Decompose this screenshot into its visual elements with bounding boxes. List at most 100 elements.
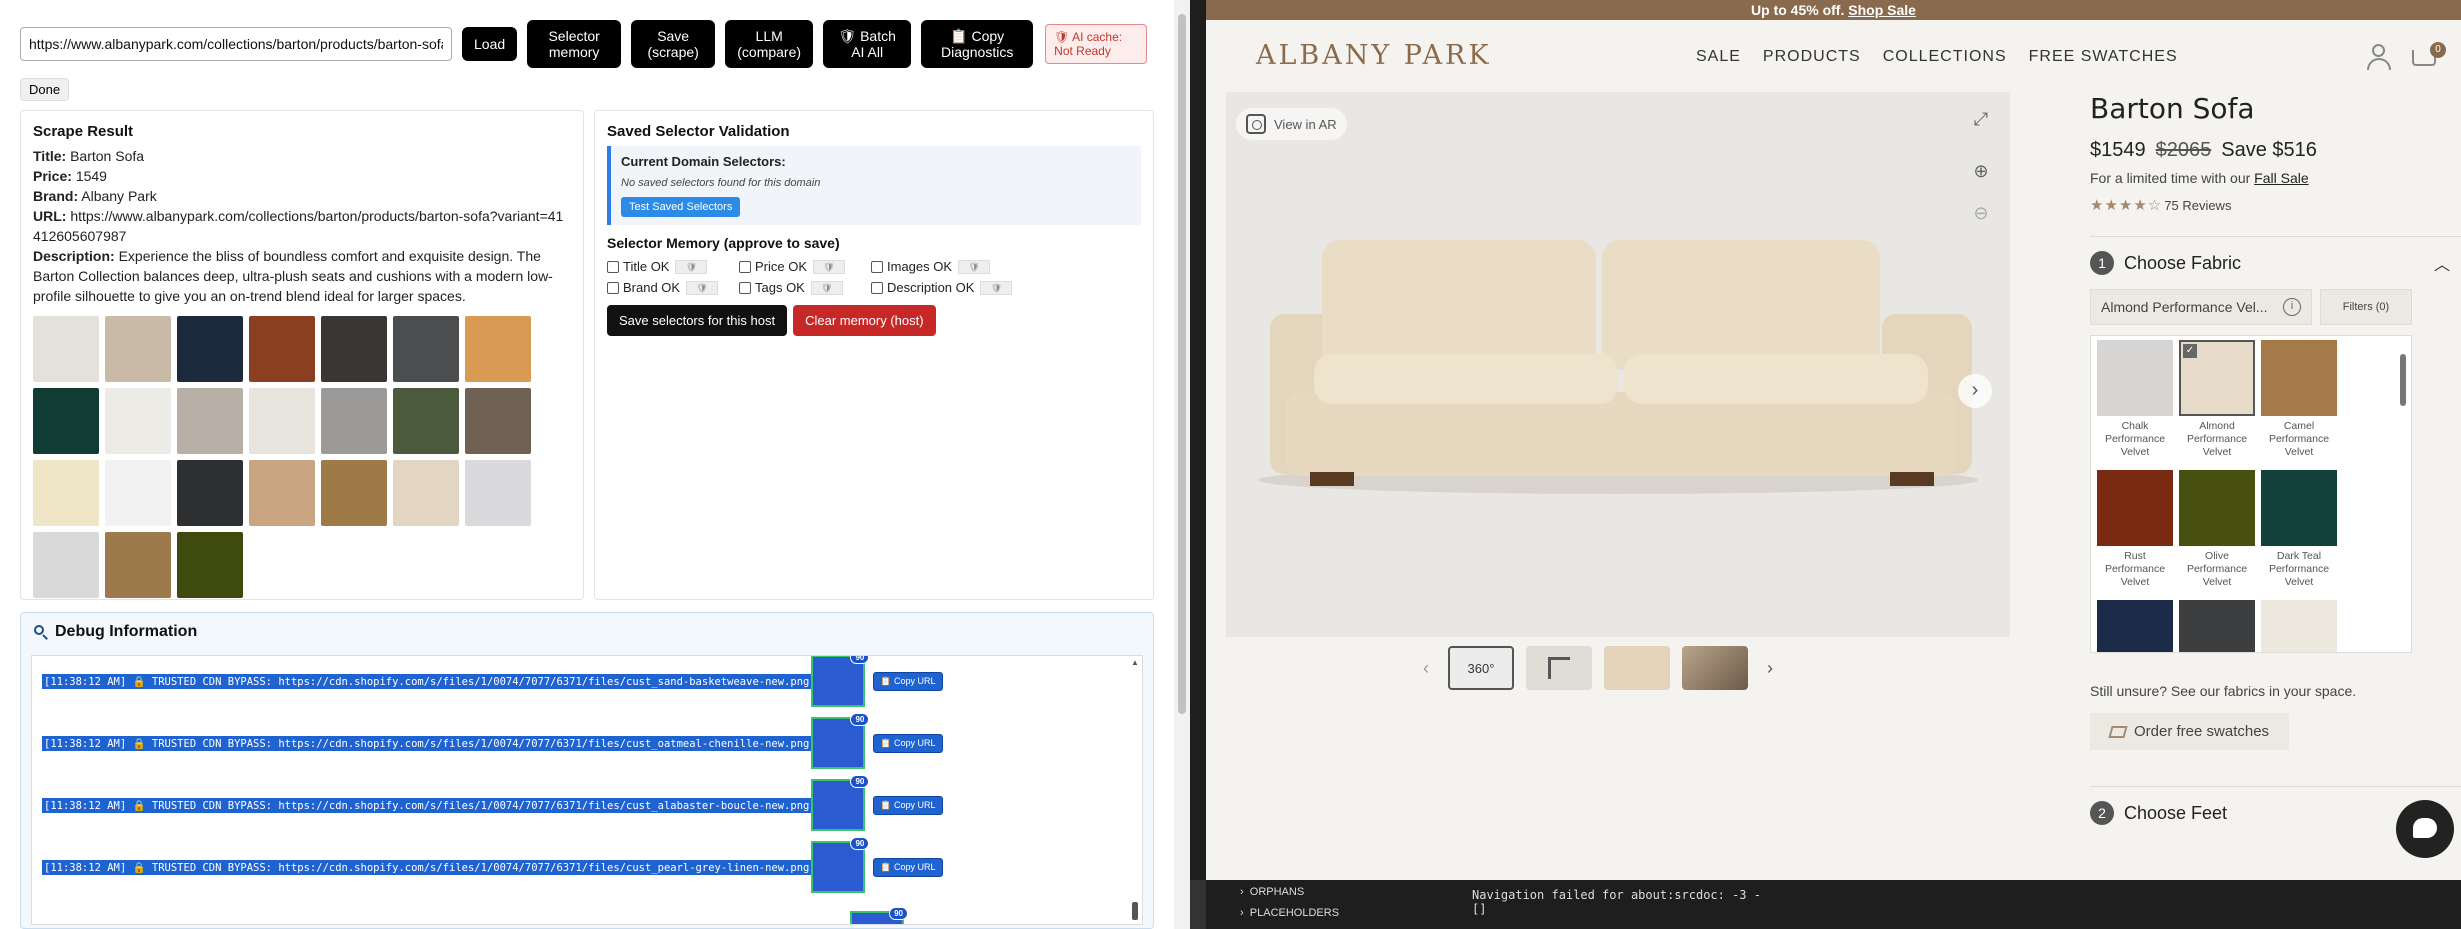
promo-banner: Up to 45% off. Shop Sale bbox=[1206, 0, 2461, 20]
account-icon[interactable] bbox=[2364, 42, 2394, 72]
log-scrollbar[interactable]: ▲ bbox=[1130, 658, 1140, 922]
fabric-option-camel[interactable]: Camel Performance Velvet bbox=[2261, 340, 2337, 459]
tree-item-orphans[interactable]: › ORPHANS bbox=[1240, 882, 1339, 903]
description-label: Description: bbox=[33, 248, 115, 264]
checkbox[interactable] bbox=[607, 281, 619, 294]
thumb-dimensions[interactable] bbox=[1526, 646, 1592, 690]
save-scrape-button[interactable]: Save (scrape) bbox=[631, 20, 716, 68]
rating[interactable]: ★★★★☆ 75 Reviews bbox=[2090, 196, 2461, 214]
activity-bar bbox=[1190, 880, 1206, 929]
popup-scrollbar[interactable] bbox=[1174, 0, 1190, 929]
tree-label: ORPHANS bbox=[1249, 886, 1305, 898]
chat-bubble-icon[interactable] bbox=[2396, 800, 2454, 858]
price-row: $1549 $2065 Save $516 bbox=[2090, 139, 2461, 162]
cart-icon[interactable]: 0 bbox=[2410, 42, 2446, 72]
nav-item-free-swatches[interactable]: FREE SWATCHES bbox=[2029, 48, 2178, 66]
scrape-result-title: Scrape Result bbox=[33, 123, 134, 140]
checkbox[interactable] bbox=[871, 260, 883, 273]
checkbox[interactable] bbox=[739, 260, 751, 273]
fabric-dropdown[interactable]: Almond Performance Vel... i bbox=[2090, 289, 2312, 325]
gallery-next-arrow[interactable]: › bbox=[1958, 374, 1992, 408]
debug-log[interactable]: ▲ [11:38:12 AM] 🔒 TRUSTED CDN BYPASS: ht… bbox=[31, 655, 1143, 925]
nav-item-collections[interactable]: COLLECTIONS bbox=[1883, 48, 2007, 66]
site-logo[interactable]: ALBANY PARK bbox=[1256, 40, 1492, 71]
current-selectors-info: No saved selectors found for this domain bbox=[621, 177, 821, 189]
fabric-option-dark-teal[interactable]: Dark Teal Performance Velvet bbox=[2261, 470, 2337, 589]
fabric-option-chalk[interactable]: Chalk Performance Velvet bbox=[2097, 340, 2173, 459]
swatch-thumbnail bbox=[393, 316, 459, 382]
shop-sale-link[interactable]: Shop Sale bbox=[1848, 2, 1916, 18]
reviews-link[interactable]: 75 Reviews bbox=[2164, 198, 2231, 213]
copy-url-button[interactable]: 📋 Copy URL bbox=[873, 795, 943, 815]
selector-check[interactable]: Price OK 🛡 bbox=[739, 259, 871, 274]
thumb-360[interactable]: 360° bbox=[1448, 646, 1514, 690]
memory-buttons: Save selectors for this host Clear memor… bbox=[607, 305, 1141, 336]
old-price: $2065 bbox=[2155, 139, 2212, 161]
fabric-scrollbar[interactable] bbox=[2399, 340, 2407, 648]
product-details: Barton Sofa $1549 $2065 Save $516 For a … bbox=[2090, 92, 2461, 880]
filters-button[interactable]: Filters (0) bbox=[2320, 289, 2412, 325]
selector-check[interactable]: Images OK 🛡 bbox=[871, 259, 1031, 274]
fall-sale-link[interactable]: Fall Sale bbox=[2254, 170, 2308, 186]
fabric-option-rust[interactable]: Rust Performance Velvet bbox=[2097, 470, 2173, 589]
thumb-room[interactable] bbox=[1682, 646, 1748, 690]
tree-label: PLACEHOLDERS bbox=[1249, 907, 1340, 919]
current-price: $1549 bbox=[2090, 139, 2146, 161]
selector-memory-button[interactable]: Selector memory bbox=[527, 20, 622, 68]
selector-validation-panel: Saved Selector Validation Current Domain… bbox=[594, 110, 1154, 600]
fabric-selected-label: Almond Performance Vel... bbox=[2101, 299, 2268, 315]
divider bbox=[2090, 786, 2461, 787]
nav-item-sale[interactable]: SALE bbox=[1696, 48, 1741, 66]
copy-diagnostics-button[interactable]: 📋 Copy Diagnostics bbox=[921, 20, 1034, 68]
swatch-thumbnail bbox=[249, 388, 315, 454]
fabric-option[interactable] bbox=[2097, 600, 2173, 652]
url-input[interactable] bbox=[20, 27, 452, 61]
checkbox[interactable] bbox=[739, 281, 751, 294]
debug-title: Debug Information bbox=[21, 613, 1153, 641]
fabric-option[interactable] bbox=[2179, 600, 2255, 652]
swatch-grid bbox=[33, 316, 571, 598]
swatch-thumbnail bbox=[33, 316, 99, 382]
clear-memory-button[interactable]: Clear memory (host) bbox=[793, 305, 936, 336]
copy-url-button[interactable]: 📋 Copy URL bbox=[873, 857, 943, 877]
filters-label: Filters (0) bbox=[2342, 301, 2390, 313]
swatch-icon bbox=[2108, 725, 2128, 738]
test-saved-selectors-button[interactable]: Test Saved Selectors bbox=[621, 197, 741, 217]
order-free-swatches-button[interactable]: Order free swatches bbox=[2090, 713, 2290, 750]
thumb-next-arrow[interactable]: › bbox=[1760, 658, 1780, 679]
fabric-type: Performance Velvet bbox=[2268, 563, 2330, 588]
copy-url-button[interactable]: 📋 Copy URL bbox=[873, 671, 943, 691]
main-menu: SALE PRODUCTS COLLECTIONS FREE SWATCHES bbox=[1696, 48, 2178, 66]
thumb-prev-arrow[interactable]: ‹ bbox=[1416, 658, 1436, 679]
nav-item-products[interactable]: PRODUCTS bbox=[1763, 48, 1861, 66]
save-selectors-button[interactable]: Save selectors for this host bbox=[607, 305, 788, 336]
status-badge: Done bbox=[20, 78, 70, 101]
checkbox[interactable] bbox=[607, 260, 619, 273]
fabric-option[interactable] bbox=[2261, 600, 2337, 652]
debug-panel: Debug Information ▲ [11:38:12 AM] 🔒 TRUS… bbox=[20, 612, 1154, 929]
swatch-thumbnail bbox=[33, 460, 99, 526]
log-row: 90 bbox=[42, 907, 908, 924]
selector-check[interactable]: Title OK 🛡 bbox=[607, 259, 739, 274]
info-icon[interactable]: i bbox=[2283, 298, 2301, 316]
fabric-option-olive[interactable]: Olive Performance Velvet bbox=[2179, 470, 2255, 589]
load-button[interactable]: Load bbox=[462, 27, 518, 61]
fabric-name: Chalk bbox=[2121, 420, 2149, 432]
selector-check[interactable]: Description OK 🛡 bbox=[871, 280, 1031, 295]
copy-url-button[interactable]: 📋 Copy URL bbox=[873, 733, 943, 753]
thumb-fabric[interactable] bbox=[1604, 646, 1670, 690]
current-selectors-title: Current Domain Selectors: bbox=[621, 154, 786, 169]
selector-check[interactable]: Brand OK 🛡 bbox=[607, 280, 739, 295]
save-amount: Save $516 bbox=[2221, 139, 2317, 161]
batch-ai-all-button[interactable]: 🛡 Batch AI All bbox=[823, 20, 912, 68]
llm-compare-button[interactable]: LLM (compare) bbox=[725, 20, 814, 68]
selector-check[interactable]: Tags OK 🛡 bbox=[739, 280, 871, 295]
tree-item-placeholders[interactable]: › PLACEHOLDERS bbox=[1240, 903, 1339, 924]
fabric-option-almond[interactable]: AlmondPerformance Velvet bbox=[2179, 340, 2255, 459]
cart-count: 0 bbox=[2430, 42, 2446, 58]
choose-fabric-header[interactable]: 1 Choose Fabric ︿ bbox=[2090, 251, 2461, 275]
swatch-thumbnail bbox=[105, 460, 171, 526]
check-label: Tags OK bbox=[755, 280, 805, 295]
fabric-select-row: Almond Performance Vel... i Filters (0) bbox=[2090, 289, 2461, 325]
checkbox[interactable] bbox=[871, 281, 883, 294]
